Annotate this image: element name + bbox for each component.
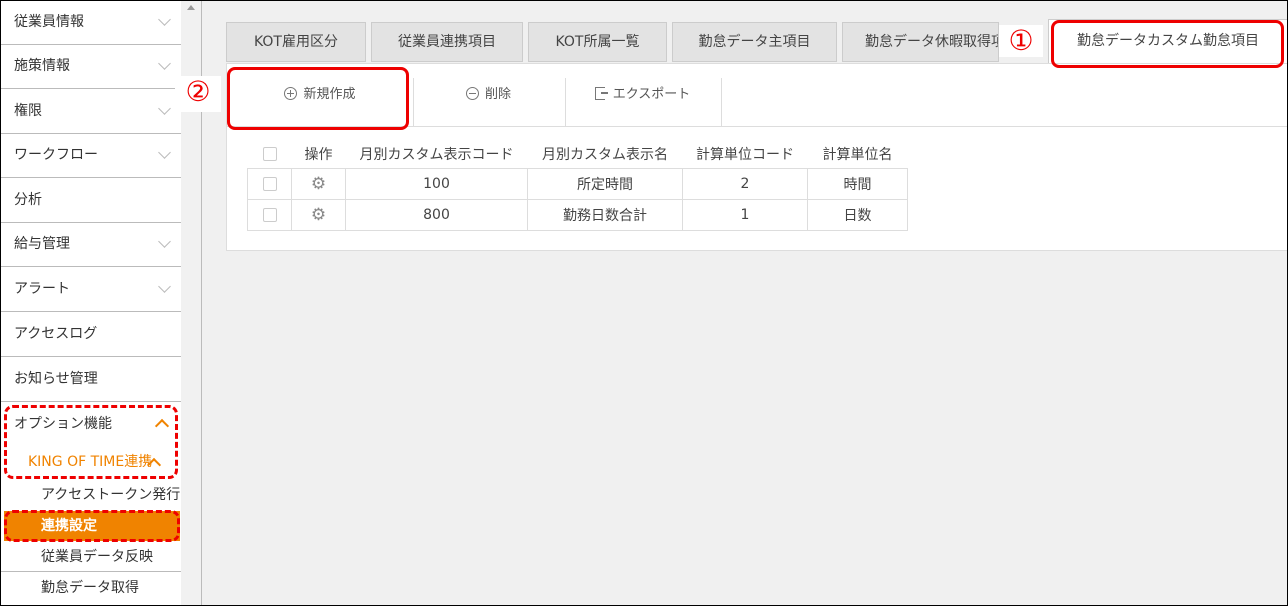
table-row: ⚙ 800 勤務日数合計 1 日数 <box>247 199 908 231</box>
sidebar: 従業員情報 施策情報 権限 ワークフロー 分析 給与管理 アラート アクセスログ <box>1 1 202 605</box>
delete-button-label: 削除 <box>484 87 511 102</box>
sidebar-item-access-log[interactable]: アクセスログ <box>1 313 181 357</box>
annotation-number-one: ① <box>999 25 1043 57</box>
chevron-down-icon <box>158 235 171 248</box>
cell-unit-code: 2 <box>682 168 808 200</box>
chevron-down-icon <box>158 146 171 159</box>
gear-icon[interactable]: ⚙ <box>311 205 326 225</box>
scroll-up-icon[interactable] <box>187 5 195 10</box>
table-header-row: 操作 月別カスタム表示コード 月別カスタム表示名 計算単位コード 計算単位名 <box>247 140 908 169</box>
sidebar-subitem-employee-data[interactable]: 従業員データ反映 <box>1 542 181 572</box>
cell-name: 所定時間 <box>527 168 683 200</box>
cell-name: 勤務日数合計 <box>527 199 683 231</box>
table-header: 操作 <box>291 140 346 169</box>
highlight-new-button <box>227 67 409 130</box>
row-action-cell: ⚙ <box>291 199 346 231</box>
chevron-down-icon <box>158 102 171 115</box>
chevron-down-icon <box>158 57 171 70</box>
chevron-down-icon <box>158 13 171 26</box>
sidebar-item-analysis[interactable]: 分析 <box>1 179 181 223</box>
tab-label: 勤怠データ休暇取得項目 <box>865 34 998 50</box>
row-checkbox[interactable] <box>262 208 277 222</box>
cell-unit-name: 時間 <box>807 168 908 200</box>
sidebar-item-label: お知らせ管理 <box>14 371 98 387</box>
cell-unit-name: 日数 <box>807 199 908 231</box>
export-icon <box>594 87 608 100</box>
sidebar-item-alert[interactable]: アラート <box>1 268 181 312</box>
export-button[interactable]: エクスポート <box>565 64 720 126</box>
sidebar-subitem-label: 従業員データ反映 <box>41 549 153 565</box>
tab-label: KOT雇用区分 <box>254 34 338 50</box>
table-header: 月別カスタム表示コード <box>345 140 528 169</box>
sidebar-item-notices[interactable]: お知らせ管理 <box>1 358 181 402</box>
tab-kot-departments[interactable]: KOT所属一覧 <box>528 22 667 62</box>
select-all-checkbox[interactable] <box>262 147 277 161</box>
sidebar-subitem-label: 勤怠データ取得 <box>41 580 139 596</box>
sidebar-item-label: アクセスログ <box>14 326 98 342</box>
cell-code: 800 <box>345 199 528 231</box>
cell-unit-code: 1 <box>682 199 808 231</box>
main-area: KOT雇用区分 従業員連携項目 KOT所属一覧 勤怠データ主項目 勤怠データ休暇… <box>202 1 1287 605</box>
custom-items-table: 操作 月別カスタム表示コード 月別カスタム表示名 計算単位コード 計算単位名 ⚙… <box>247 140 908 231</box>
highlight-link-settings-dashed <box>4 510 180 542</box>
minus-circle-icon <box>465 87 479 100</box>
sidebar-item-label: 権限 <box>14 103 42 119</box>
tab-label: 従業員連携項目 <box>398 34 496 50</box>
row-select-cell <box>247 199 292 231</box>
delete-button[interactable]: 削除 <box>413 64 564 126</box>
select-all-cell <box>247 140 292 169</box>
gear-icon[interactable]: ⚙ <box>311 174 326 194</box>
sidebar-subitem-attendance-data[interactable]: 勤怠データ取得 <box>1 573 181 603</box>
annotation-number-two: ② <box>175 76 221 112</box>
sidebar-item-label: ワークフロー <box>14 147 98 163</box>
tab-kot-employment[interactable]: KOT雇用区分 <box>226 22 366 62</box>
sidebar-subitem-label: アクセストークン発行 <box>41 487 181 503</box>
row-select-cell <box>247 168 292 200</box>
highlight-custom-tab <box>1051 20 1284 68</box>
table-header: 計算単位名 <box>807 140 908 169</box>
tab-attendance-leave-items[interactable]: 勤怠データ休暇取得項目 <box>842 22 999 62</box>
table-row: ⚙ 100 所定時間 2 時間 <box>247 168 908 200</box>
toolbar-divider <box>721 78 722 126</box>
export-button-label: エクスポート <box>612 87 691 102</box>
table-header: 月別カスタム表示名 <box>527 140 683 169</box>
sidebar-subitem-access-token[interactable]: アクセストークン発行 <box>1 480 181 510</box>
tab-label: 勤怠データ主項目 <box>698 34 811 50</box>
sidebar-item-workflow[interactable]: ワークフロー <box>1 134 181 178</box>
tab-attendance-main-items[interactable]: 勤怠データ主項目 <box>672 22 837 62</box>
sidebar-item-label: 従業員情報 <box>14 14 84 30</box>
highlight-options-dashed <box>4 405 178 479</box>
sidebar-item-measures[interactable]: 施策情報 <box>1 45 181 89</box>
row-action-cell: ⚙ <box>291 168 346 200</box>
sidebar-item-employee-info[interactable]: 従業員情報 <box>1 1 181 45</box>
sidebar-item-permissions[interactable]: 権限 <box>1 90 181 134</box>
row-checkbox[interactable] <box>262 177 277 191</box>
sidebar-item-payroll[interactable]: 給与管理 <box>1 223 181 267</box>
sidebar-item-label: 施策情報 <box>14 58 70 74</box>
cell-code: 100 <box>345 168 528 200</box>
chevron-down-icon <box>158 280 171 293</box>
sidebar-item-label: 分析 <box>14 192 42 208</box>
sidebar-item-label: 給与管理 <box>14 236 70 252</box>
sidebar-item-label: アラート <box>14 281 70 297</box>
table-header: 計算単位コード <box>682 140 808 169</box>
tab-label: KOT所属一覧 <box>555 34 640 50</box>
tab-employee-link-items[interactable]: 従業員連携項目 <box>371 22 523 62</box>
